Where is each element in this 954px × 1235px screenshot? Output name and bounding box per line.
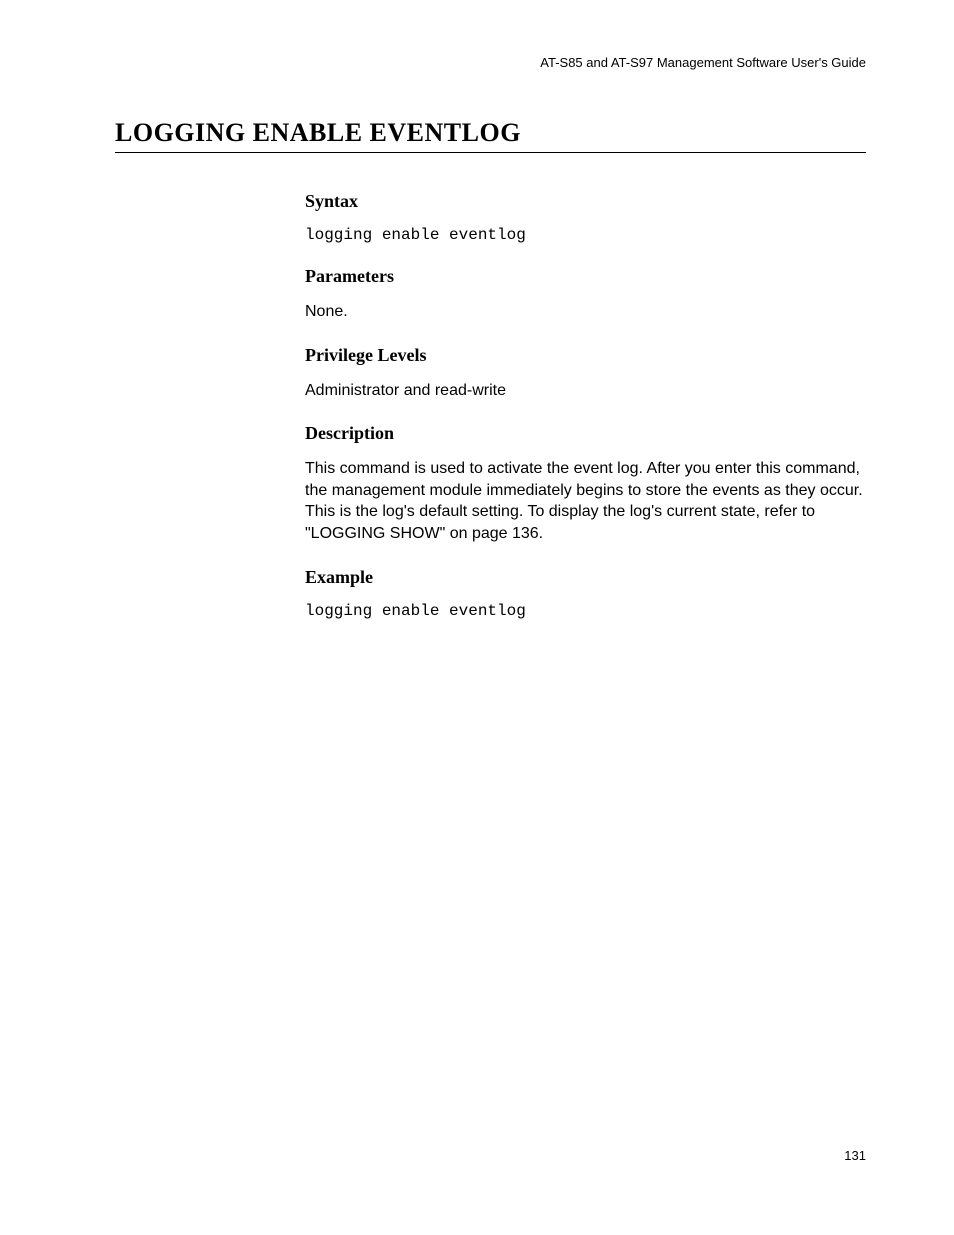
document-page: AT-S85 and AT-S97 Management Software Us… (0, 0, 954, 1235)
description-content: This command is used to activate the eve… (305, 458, 866, 544)
command-title: LOGGING ENABLE EVENTLOG (115, 118, 866, 153)
content-area: Syntax logging enable eventlog Parameter… (305, 191, 866, 620)
example-content: logging enable eventlog (305, 602, 866, 620)
description-heading: Description (305, 423, 866, 444)
syntax-heading: Syntax (305, 191, 866, 212)
parameters-content: None. (305, 301, 866, 323)
syntax-content: logging enable eventlog (305, 226, 866, 244)
privilege-heading: Privilege Levels (305, 345, 866, 366)
page-number: 131 (844, 1148, 866, 1163)
page-header: AT-S85 and AT-S97 Management Software Us… (115, 55, 866, 70)
parameters-heading: Parameters (305, 266, 866, 287)
example-heading: Example (305, 567, 866, 588)
privilege-content: Administrator and read-write (305, 380, 866, 402)
